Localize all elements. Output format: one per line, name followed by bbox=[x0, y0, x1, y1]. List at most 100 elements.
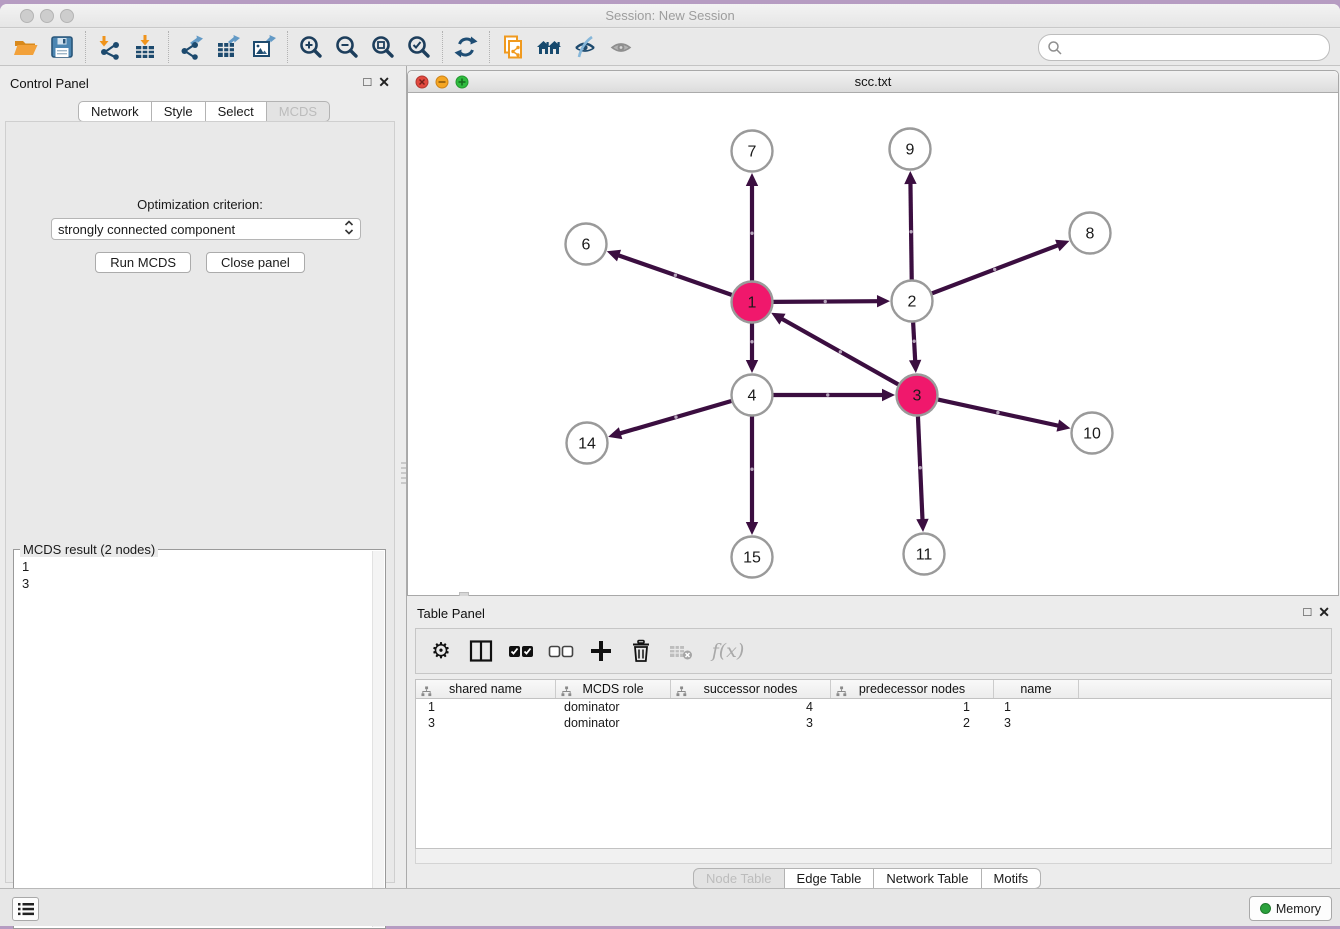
cell-name[interactable]: 3 bbox=[994, 715, 1079, 731]
search-icon bbox=[1047, 40, 1063, 56]
toolbar-search bbox=[1038, 34, 1330, 61]
export-table-icon[interactable] bbox=[210, 30, 246, 64]
split-columns-icon[interactable] bbox=[468, 638, 494, 664]
cell-shared-name[interactable]: 1 bbox=[416, 699, 556, 715]
tab-node-table[interactable]: Node Table bbox=[693, 868, 785, 889]
show-panel-eye-icon bbox=[603, 30, 639, 64]
cell-mcds-role[interactable]: dominator bbox=[556, 699, 671, 715]
table-panel: Table Panel □ ✕ ⚙ f(x) shared name MCDS … bbox=[407, 596, 1340, 892]
column-header-mcds-role[interactable]: MCDS role bbox=[556, 680, 671, 698]
first-neighbors-icon[interactable] bbox=[531, 30, 567, 64]
refresh-layout-icon[interactable] bbox=[448, 30, 484, 64]
control-panel-tabs: Network Style Select MCDS bbox=[78, 101, 330, 122]
zoom-fit-icon[interactable] bbox=[365, 30, 401, 64]
float-table-panel-icon[interactable]: □ bbox=[1303, 604, 1311, 621]
task-history-button[interactable] bbox=[12, 897, 39, 921]
cell-successor-nodes[interactable]: 4 bbox=[671, 699, 831, 715]
panel-split-divider[interactable] bbox=[400, 66, 407, 888]
tab-motifs[interactable]: Motifs bbox=[982, 868, 1042, 889]
column-type-icon bbox=[421, 684, 432, 702]
clone-network-icon[interactable] bbox=[495, 30, 531, 64]
cell-predecessor-nodes[interactable]: 1 bbox=[831, 699, 994, 715]
column-type-icon bbox=[676, 684, 687, 702]
delete-table-icon-disabled bbox=[668, 638, 694, 664]
close-panel-button[interactable]: Close panel bbox=[206, 252, 305, 273]
graph-node-label: 1 bbox=[748, 295, 757, 312]
application-window: Session: New Session bbox=[0, 4, 1340, 926]
tab-network-table[interactable]: Network Table bbox=[874, 868, 981, 889]
criterion-select[interactable]: strongly connected component bbox=[51, 218, 361, 240]
tab-mcds[interactable]: MCDS bbox=[267, 101, 330, 122]
status-bar: Memory bbox=[0, 888, 1340, 926]
network-window-titlebar[interactable]: scc.txt bbox=[408, 71, 1338, 93]
cell-shared-name[interactable]: 3 bbox=[416, 715, 556, 731]
save-session-icon[interactable] bbox=[44, 30, 80, 64]
export-network-icon[interactable] bbox=[174, 30, 210, 64]
table-toolbar: ⚙ f(x) bbox=[415, 628, 1332, 674]
mcds-result-line: 3 bbox=[22, 575, 29, 592]
table-panel-title: Table Panel bbox=[417, 606, 485, 621]
column-header-successor-nodes[interactable]: successor nodes bbox=[671, 680, 831, 698]
graph-node-label: 7 bbox=[748, 144, 757, 161]
toolbar-separator bbox=[168, 31, 169, 63]
cell-mcds-role[interactable]: dominator bbox=[556, 715, 671, 731]
graph-node-label: 2 bbox=[908, 294, 917, 311]
tab-select[interactable]: Select bbox=[206, 101, 267, 122]
graph-node-label: 11 bbox=[916, 547, 933, 564]
list-icon bbox=[17, 901, 35, 917]
run-mcds-button[interactable]: Run MCDS bbox=[95, 252, 191, 273]
memory-label: Memory bbox=[1276, 902, 1321, 916]
control-panel: Control Panel □ ✕ Network Style Select M… bbox=[0, 66, 400, 888]
table-horizontal-scrollbar[interactable] bbox=[415, 849, 1332, 864]
add-column-icon[interactable] bbox=[588, 638, 614, 664]
tab-style[interactable]: Style bbox=[152, 101, 206, 122]
graph-node-label: 4 bbox=[748, 388, 757, 405]
table-row[interactable]: 3 dominator 3 2 3 bbox=[416, 715, 1331, 731]
network-graph[interactable]: 7968124314101511 bbox=[408, 94, 1338, 596]
toolbar-separator bbox=[442, 31, 443, 63]
cell-predecessor-nodes[interactable]: 2 bbox=[831, 715, 994, 731]
network-window-title: scc.txt bbox=[408, 74, 1338, 89]
column-header-shared-name[interactable]: shared name bbox=[416, 680, 556, 698]
control-panel-title: Control Panel bbox=[10, 76, 89, 91]
divider-grip[interactable] bbox=[401, 462, 406, 486]
graph-node-label: 6 bbox=[582, 237, 591, 254]
node-table[interactable]: shared name MCDS role successor nodes pr… bbox=[415, 679, 1332, 849]
cell-successor-nodes[interactable]: 3 bbox=[671, 715, 831, 731]
zoom-selected-icon[interactable] bbox=[401, 30, 437, 64]
mcds-pane: Optimization criterion: strongly connect… bbox=[5, 121, 395, 883]
import-table-icon[interactable] bbox=[127, 30, 163, 64]
deselect-all-columns-icon[interactable] bbox=[548, 638, 574, 664]
open-session-icon[interactable] bbox=[8, 30, 44, 64]
zoom-in-icon[interactable] bbox=[293, 30, 329, 64]
select-all-columns-icon[interactable] bbox=[508, 638, 534, 664]
table-tabs: Node Table Edge Table Network Table Moti… bbox=[693, 868, 1041, 889]
column-type-icon bbox=[836, 684, 847, 702]
graph-node-label: 8 bbox=[1086, 226, 1095, 243]
close-panel-icon[interactable]: ✕ bbox=[378, 74, 390, 91]
tab-edge-table[interactable]: Edge Table bbox=[785, 868, 875, 889]
export-image-icon[interactable] bbox=[246, 30, 282, 64]
delete-column-icon[interactable] bbox=[628, 638, 654, 664]
hide-panel-eye-icon[interactable] bbox=[567, 30, 603, 64]
column-header-predecessor-nodes[interactable]: predecessor nodes bbox=[831, 680, 994, 698]
table-row[interactable]: 1 dominator 4 1 1 bbox=[416, 699, 1331, 715]
tab-network[interactable]: Network bbox=[78, 101, 152, 122]
main-titlebar: Session: New Session bbox=[0, 4, 1340, 28]
cell-name[interactable]: 1 bbox=[994, 699, 1079, 715]
zoom-out-icon[interactable] bbox=[329, 30, 365, 64]
search-input[interactable] bbox=[1063, 38, 1329, 58]
mcds-result-title: MCDS result (2 nodes) bbox=[20, 542, 158, 557]
result-scrollbar[interactable] bbox=[372, 551, 384, 927]
settings-gear-icon[interactable]: ⚙ bbox=[428, 638, 454, 664]
column-header-name[interactable]: name bbox=[994, 680, 1079, 698]
memory-button[interactable]: Memory bbox=[1249, 896, 1332, 921]
graph-node-label: 15 bbox=[743, 550, 761, 567]
network-canvas[interactable]: 7968124314101511 bbox=[408, 94, 1338, 595]
import-network-icon[interactable] bbox=[91, 30, 127, 64]
select-stepper-icon bbox=[344, 219, 354, 239]
close-table-panel-icon[interactable]: ✕ bbox=[1318, 604, 1330, 621]
memory-status-dot bbox=[1260, 903, 1271, 914]
graph-node-label: 9 bbox=[906, 142, 915, 159]
float-panel-icon[interactable]: □ bbox=[363, 74, 371, 91]
